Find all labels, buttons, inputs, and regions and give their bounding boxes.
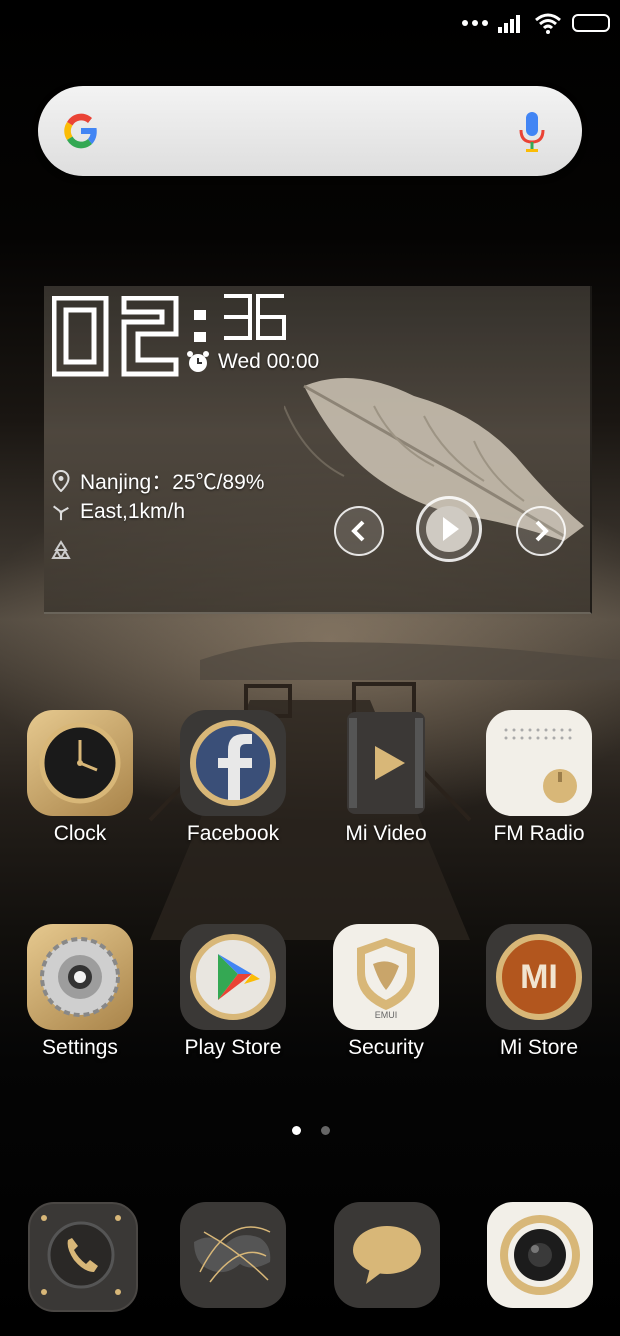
play-icon [426, 506, 472, 552]
app-facebook[interactable]: Facebook [163, 710, 303, 846]
play-store-icon [180, 924, 286, 1030]
weather-location-text: Nanjing：25℃/89% [80, 471, 265, 494]
facebook-icon [180, 710, 286, 816]
status-bar [462, 10, 610, 36]
dock-messages[interactable] [334, 1202, 440, 1308]
settings-icon [27, 924, 133, 1030]
mi-store-icon: MI [486, 924, 592, 1030]
recycle-icon[interactable] [50, 540, 72, 562]
clock-weather-widget[interactable]: 02 36 Wed 00:00 Nanjing：25℃/89% [44, 286, 592, 614]
location-pin-icon [52, 470, 70, 492]
fm-radio-icon [486, 710, 592, 816]
next-track-button[interactable] [516, 506, 566, 556]
clock-icon [27, 710, 133, 816]
clock-colon [194, 310, 206, 342]
app-label: Mi Video [345, 822, 427, 845]
messages-icon [353, 1226, 421, 1284]
app-label: Security [348, 1036, 424, 1059]
app-mi-store[interactable]: MI Mi Store [469, 924, 609, 1060]
mi-video-icon [333, 710, 439, 816]
signal-icon [498, 15, 520, 33]
mic-icon[interactable] [518, 110, 546, 154]
browser-globe-icon [194, 1226, 271, 1283]
app-label: Play Store [184, 1036, 282, 1059]
app-label: FM Radio [493, 822, 585, 845]
dock-camera[interactable] [487, 1202, 593, 1308]
wifi-icon [535, 13, 561, 34]
page-indicator[interactable] [292, 1126, 330, 1135]
dock-browser[interactable] [180, 1202, 286, 1308]
wind-turbine-icon [53, 505, 69, 521]
security-badge: EMUI [374, 1010, 398, 1020]
dock-phone[interactable] [28, 1202, 138, 1312]
google-logo-icon [64, 113, 97, 149]
alarm-clock-icon [187, 351, 209, 372]
page-dot[interactable] [321, 1126, 330, 1135]
app-label: Clock [53, 822, 107, 845]
app-label: Settings [42, 1036, 118, 1059]
app-security[interactable]: EMUI Security [316, 924, 456, 1060]
app-label: Facebook [186, 822, 280, 845]
mi-logo-text: MI [520, 958, 558, 996]
security-icon: EMUI [333, 924, 439, 1030]
weather-location-row: Nanjing：25℃/89% [52, 466, 264, 496]
app-label: Mi Store [499, 1036, 579, 1059]
previous-track-button[interactable] [334, 506, 384, 556]
weather-wind-text: East,1km/h [80, 500, 186, 523]
phone-icon [41, 1215, 121, 1295]
home-screen: 02 36 Wed 00:00 Nanjing：25℃/89% [0, 0, 620, 1336]
alarm-row[interactable]: Wed 00:00 [186, 350, 319, 374]
app-clock[interactable]: Clock [10, 710, 150, 846]
app-fm-radio[interactable]: FM Radio [469, 710, 609, 846]
alarm-time: Wed 00:00 [218, 350, 320, 373]
page-dot-active[interactable] [292, 1126, 301, 1135]
clock-hour-digits [52, 296, 179, 377]
chevron-right-icon [535, 520, 549, 542]
chevron-left-icon [351, 520, 365, 542]
battery-icon [572, 14, 610, 32]
google-search-bar[interactable] [38, 86, 582, 176]
app-play-store[interactable]: Play Store [163, 924, 303, 1060]
app-settings[interactable]: Settings [10, 924, 150, 1060]
camera-icon [500, 1215, 580, 1295]
weather-wind-row: East,1km/h [52, 500, 185, 524]
play-button[interactable] [416, 496, 482, 562]
app-mi-video[interactable]: Mi Video [316, 710, 456, 846]
dots-icon [462, 20, 488, 26]
